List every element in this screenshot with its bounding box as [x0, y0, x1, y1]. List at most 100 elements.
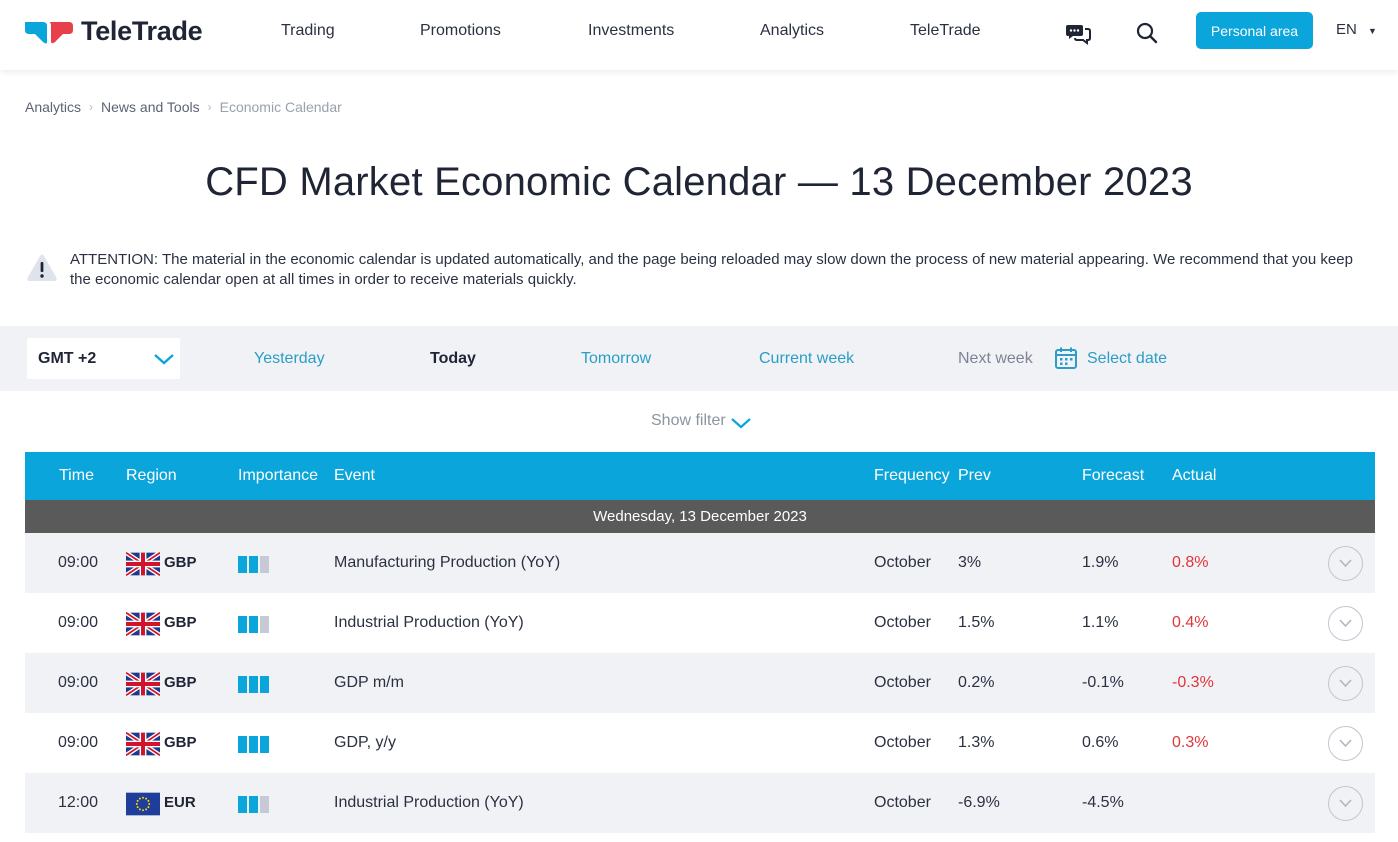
- teletrade-logo[interactable]: TeleTrade: [25, 16, 203, 47]
- nav-investments[interactable]: Investments: [588, 22, 674, 40]
- chevron-right-icon: ›: [89, 100, 94, 114]
- event-name: Manufacturing Production (YoY): [334, 554, 561, 571]
- page-title: CFD Market Economic Calendar — 13 Decemb…: [205, 160, 1193, 204]
- nav-promotions[interactable]: Promotions: [420, 22, 501, 40]
- attention-notice: ATTENTION: The material in the economic …: [25, 250, 1375, 290]
- calendar-icon[interactable]: [1054, 346, 1078, 370]
- language-selector[interactable]: EN: [1336, 21, 1357, 38]
- uk-flag-icon: [126, 552, 160, 576]
- day-group-header: Wednesday, 13 December 2023: [25, 500, 1375, 533]
- table-row[interactable]: 09:00 GBP GDP, y/y October 1.3% 0.6% 0.3…: [25, 713, 1375, 773]
- expand-row-button[interactable]: [1328, 726, 1363, 761]
- event-currency: GBP: [164, 614, 197, 631]
- period-yesterday[interactable]: Yesterday: [254, 350, 325, 368]
- show-filter-toggle[interactable]: Show filter: [651, 412, 752, 430]
- column-header-actual: Actual: [1172, 467, 1217, 484]
- chevron-right-icon: ›: [207, 100, 212, 114]
- importance-indicator: [238, 556, 269, 573]
- timezone-select[interactable]: GMT +2: [27, 338, 180, 379]
- period-tomorrow[interactable]: Tomorrow: [581, 350, 651, 368]
- event-currency: GBP: [164, 554, 197, 571]
- event-time: 09:00: [58, 554, 99, 571]
- timezone-value: GMT +2: [38, 350, 97, 367]
- event-actual: -0.3%: [1172, 674, 1214, 691]
- event-time: 09:00: [58, 674, 99, 691]
- column-header-event: Event: [334, 467, 375, 484]
- column-header-importance: Importance: [238, 467, 319, 484]
- event-name: Industrial Production (YoY): [334, 794, 524, 811]
- column-header-region: Region: [126, 467, 177, 484]
- event-actual: 0.4%: [1172, 614, 1209, 631]
- event-forecast: -4.5%: [1082, 794, 1124, 811]
- expand-row-button[interactable]: [1328, 546, 1363, 581]
- nav-trading[interactable]: Trading: [281, 22, 335, 40]
- table-row[interactable]: 09:00 GBP Industrial Production (YoY) Oc…: [25, 593, 1375, 653]
- date-filter-bar: GMT +2 Yesterday Today Tomorrow Current …: [0, 326, 1398, 391]
- event-time: 09:00: [58, 734, 99, 751]
- logo-mark-icon: [25, 21, 73, 43]
- table-row[interactable]: 09:00 GBP GDP m/m October 0.2% -0.1% -0.…: [25, 653, 1375, 713]
- chevron-down-icon: [1339, 799, 1352, 808]
- event-forecast: 1.1%: [1082, 614, 1119, 631]
- breadcrumb-analytics[interactable]: Analytics: [25, 99, 81, 115]
- column-header-time: Time: [59, 467, 94, 484]
- caret-down-icon[interactable]: ▼: [1368, 26, 1377, 36]
- breadcrumb-current: Economic Calendar: [219, 99, 342, 115]
- event-forecast: 0.6%: [1082, 734, 1119, 751]
- importance-indicator: [238, 676, 269, 693]
- chevron-down-icon: [154, 354, 174, 365]
- event-time: 12:00: [58, 794, 99, 811]
- event-frequency: October: [874, 674, 931, 691]
- nav-analytics[interactable]: Analytics: [760, 22, 824, 40]
- chevron-down-icon: [1339, 559, 1352, 568]
- warning-icon: [27, 254, 57, 281]
- eu-flag-icon: [126, 792, 160, 816]
- table-row[interactable]: 12:00 EUR Industrial Production (YoY) Oc…: [25, 773, 1375, 833]
- chevron-down-icon: [1339, 679, 1352, 688]
- importance-indicator: [238, 736, 269, 753]
- event-frequency: October: [874, 554, 931, 571]
- importance-indicator: [238, 796, 269, 813]
- select-date-link[interactable]: Select date: [1087, 350, 1167, 368]
- event-actual: 0.8%: [1172, 554, 1209, 571]
- expand-row-button[interactable]: [1328, 666, 1363, 701]
- column-header-prev: Prev: [958, 467, 991, 484]
- expand-row-button[interactable]: [1328, 786, 1363, 821]
- economic-calendar-table: Time Region Importance Event Frequency P…: [25, 452, 1375, 833]
- event-actual: 0.3%: [1172, 734, 1209, 751]
- event-currency: GBP: [164, 674, 197, 691]
- uk-flag-icon: [126, 732, 160, 756]
- chevron-down-icon: [1339, 739, 1352, 748]
- event-frequency: October: [874, 734, 931, 751]
- uk-flag-icon: [126, 612, 160, 636]
- period-next-week[interactable]: Next week: [958, 350, 1033, 368]
- show-filter-label: Show filter: [651, 412, 726, 429]
- period-current-week[interactable]: Current week: [759, 350, 854, 368]
- search-icon[interactable]: [1134, 20, 1160, 46]
- event-forecast: 1.9%: [1082, 554, 1119, 571]
- event-prev: 3%: [958, 554, 982, 571]
- table-row[interactable]: 09:00 GBP Manufacturing Production (YoY)…: [25, 533, 1375, 593]
- event-prev: 1.3%: [958, 734, 995, 751]
- brand-name: TeleTrade: [81, 16, 203, 46]
- column-header-frequency: Frequency: [874, 467, 950, 484]
- attention-text: ATTENTION: The material in the economic …: [70, 251, 1353, 288]
- event-currency: EUR: [164, 794, 196, 811]
- period-today[interactable]: Today: [430, 350, 476, 368]
- top-navigation-bar: TeleTrade Trading Promotions Investments…: [0, 0, 1398, 70]
- personal-area-button[interactable]: Personal area: [1196, 12, 1313, 49]
- column-header-forecast: Forecast: [1082, 467, 1145, 484]
- event-frequency: October: [874, 794, 931, 811]
- expand-row-button[interactable]: [1328, 606, 1363, 641]
- chat-icon[interactable]: [1065, 20, 1091, 46]
- event-currency: GBP: [164, 734, 197, 751]
- nav-teletrade[interactable]: TeleTrade: [910, 22, 981, 40]
- event-prev: 0.2%: [958, 674, 995, 691]
- breadcrumb-news-and-tools[interactable]: News and Tools: [101, 99, 200, 115]
- uk-flag-icon: [126, 672, 160, 696]
- event-prev: 1.5%: [958, 614, 995, 631]
- event-forecast: -0.1%: [1082, 674, 1124, 691]
- event-prev: -6.9%: [958, 794, 1000, 811]
- chevron-down-icon: [1339, 619, 1352, 628]
- event-name: Industrial Production (YoY): [334, 614, 524, 631]
